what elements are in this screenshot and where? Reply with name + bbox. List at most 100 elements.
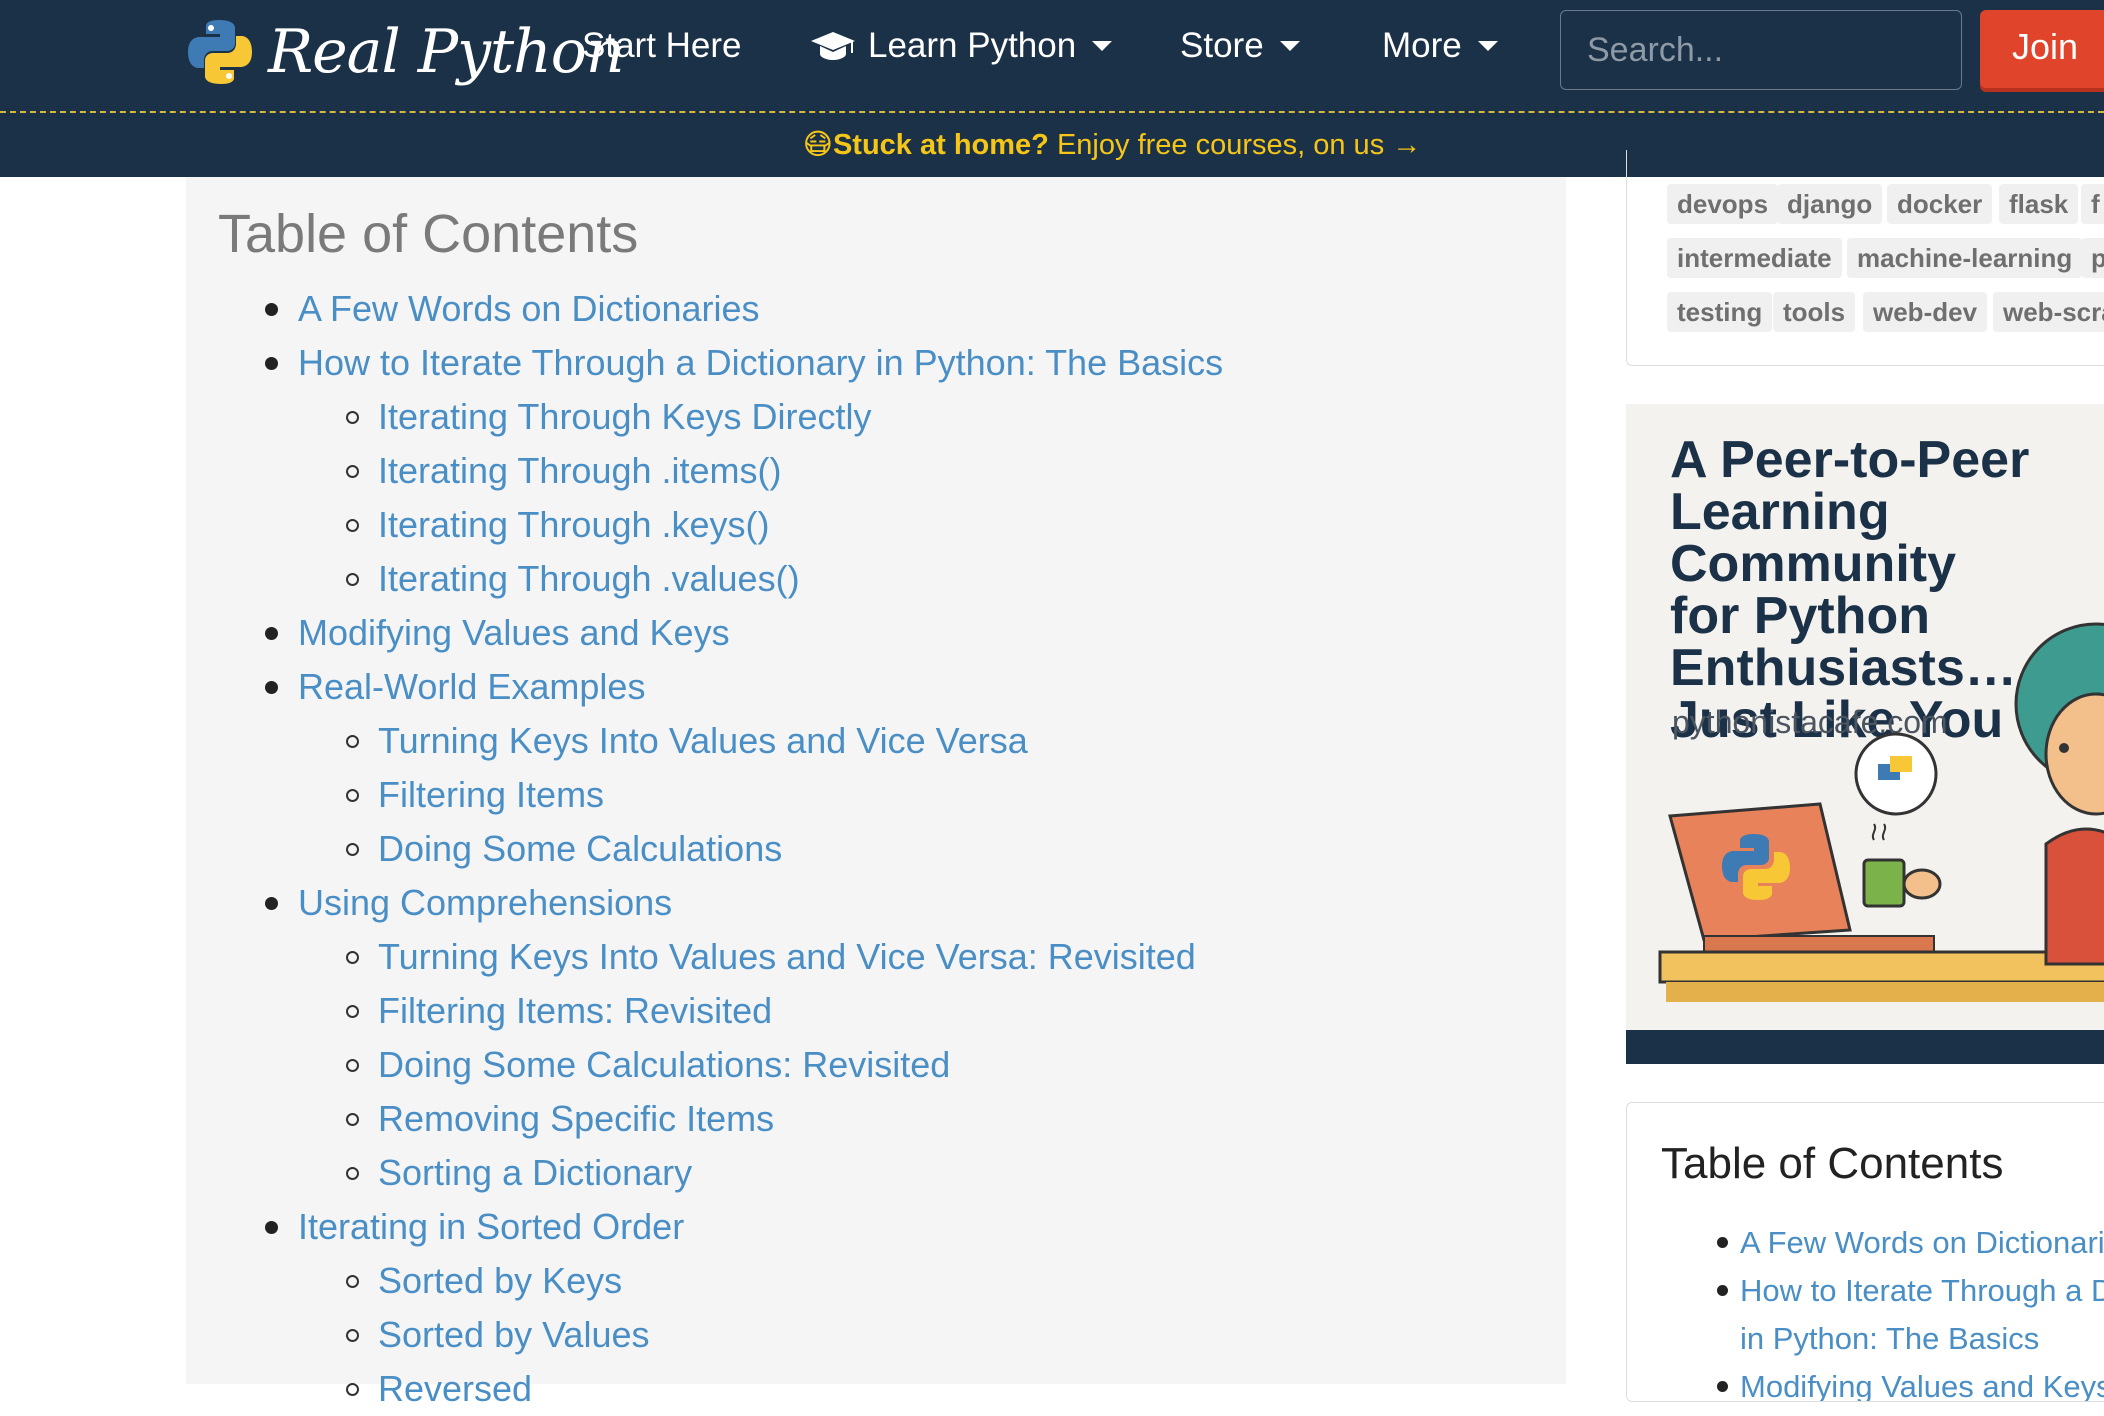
toc-sublink[interactable]: Turning Keys Into Values and Vice Versa:… [186, 930, 1223, 984]
toc-link-label: Real-World Examples [298, 666, 646, 707]
bullet-circle-icon [346, 1383, 359, 1396]
python-logo-icon [188, 20, 252, 84]
bullet-disc-icon [265, 897, 278, 910]
bullet-disc-icon [1717, 1237, 1728, 1248]
tag-chip[interactable]: machine-learning [1847, 238, 2083, 278]
nav-learn-python[interactable]: Learn Python [810, 26, 1113, 66]
tag-chip[interactable]: p [2081, 238, 2104, 278]
tag-chip[interactable]: f [2081, 184, 2104, 224]
nav-store-label: Store [1180, 26, 1264, 65]
toc-link-label: Reversed [378, 1368, 533, 1409]
site-logo[interactable]: Real Python [186, 14, 625, 90]
toc-sublink[interactable]: Iterating Through .keys() [186, 498, 1223, 552]
tag-chip[interactable]: devops [1667, 184, 1779, 224]
bullet-circle-icon [346, 1167, 359, 1180]
sidebar-toc-link[interactable]: in Python: The Basics [1740, 1315, 2039, 1363]
bullet-circle-icon [346, 1059, 359, 1072]
bullet-circle-icon [346, 411, 359, 424]
toc-sublink[interactable]: Turning Keys Into Values and Vice Versa [186, 714, 1223, 768]
speech-bubble-icon [1854, 732, 1938, 816]
toc-link-label: Sorted by Values [378, 1314, 650, 1355]
pythonista-cafe-ad[interactable]: A Peer-to-Peer Learning Community for Py… [1626, 404, 2104, 1064]
bullet-circle-icon [346, 1275, 359, 1288]
toc-link[interactable]: Using Comprehensions [186, 876, 1223, 930]
tag-chip[interactable]: intermediate [1667, 238, 1842, 278]
tag-chip[interactable]: testing [1667, 292, 1773, 332]
announcement-bold: Stuck at home? [832, 129, 1049, 161]
toc-link-label: Iterating Through Keys Directly [378, 396, 872, 437]
chevron-down-icon [1477, 41, 1498, 51]
tags-card: devops django docker flask f intermediate mach… [1626, 150, 2104, 366]
logo-wordmark: Real Python [268, 17, 625, 87]
bullet-circle-icon [346, 1005, 359, 1018]
tag-chip[interactable]: docker [1887, 184, 1993, 224]
toc-link-label: How to Iterate Through a Dictionary in P… [298, 342, 1224, 383]
toc-sublink[interactable]: Sorting a Dictionary [186, 1146, 1223, 1200]
bullet-disc-icon [265, 627, 278, 640]
toc-sublink[interactable]: Sorted by Keys [186, 1254, 1223, 1308]
chevron-down-icon [1279, 41, 1300, 51]
toc-link-label: Sorted by Keys [378, 1260, 623, 1301]
toc-link-label: Iterating Through .keys() [378, 504, 770, 545]
sidebar-toc-link[interactable]: Modifying Values and Keys [1740, 1363, 2104, 1401]
bullet-disc-icon [1717, 1381, 1728, 1392]
toc-link[interactable]: Iterating in Sorted Order [186, 1200, 1223, 1254]
toc-link-label: Iterating in Sorted Order [298, 1206, 685, 1247]
toc-link-label: Filtering Items: Revisited [378, 990, 773, 1031]
tag-chip[interactable]: flask [1999, 184, 2079, 224]
join-button-label: Join [2012, 26, 2079, 67]
tag-chip[interactable]: web-scra [1993, 292, 2104, 332]
bullet-disc-icon [265, 357, 278, 370]
toc-link-label: Removing Specific Items [378, 1098, 775, 1139]
toc-sublink[interactable]: Iterating Through .items() [186, 444, 1223, 498]
sidebar-toc: Table of Contents A Few Words on Diction… [1626, 1102, 2104, 1402]
bullet-disc-icon [1717, 1285, 1728, 1296]
nav-start-here-label: Start Here [582, 26, 742, 65]
bullet-disc-icon [265, 303, 278, 316]
nav-more[interactable]: More [1382, 26, 1498, 66]
bullet-disc-icon [265, 1221, 278, 1234]
sidebar-toc-title: Table of Contents [1661, 1139, 2004, 1188]
search-placeholder: Search... [1587, 31, 1724, 69]
toc-link-label: Iterating Through .items() [378, 450, 782, 491]
toc-link[interactable]: Real-World Examples [186, 660, 1223, 714]
chevron-down-icon [1092, 41, 1113, 51]
toc-sublink[interactable]: Removing Specific Items [186, 1092, 1223, 1146]
sidebar-toc-link[interactable]: A Few Words on Dictionaries [1740, 1219, 2104, 1267]
toc-sublink[interactable]: Filtering Items: Revisited [186, 984, 1223, 1038]
bullet-circle-icon [346, 573, 359, 586]
toc-link-label: Turning Keys Into Values and Vice Versa [378, 720, 1028, 761]
bullet-circle-icon [346, 951, 359, 964]
ad-bottom-bar [1626, 1030, 2104, 1064]
toc-sublink[interactable]: Iterating Through .values() [186, 552, 1223, 606]
tag-chip[interactable]: tools [1773, 292, 1856, 332]
tag-chip[interactable]: web-dev [1863, 292, 1988, 332]
toc-sublink[interactable]: Doing Some Calculations: Revisited [186, 1038, 1223, 1092]
search-input[interactable]: Search... [1560, 10, 1962, 90]
mask-emoji-icon: 😷 [802, 129, 833, 161]
toc-sublink[interactable]: Reversed [186, 1362, 1223, 1416]
tag-chip[interactable]: django [1777, 184, 1883, 224]
bullet-circle-icon [346, 465, 359, 478]
toc-title: Table of Contents [218, 204, 639, 264]
ad-illustration [1658, 622, 2104, 1002]
toc-link[interactable]: How to Iterate Through a Dictionary in P… [186, 336, 1223, 390]
character-illustration [1902, 622, 2104, 966]
join-button[interactable]: Join [1980, 10, 2104, 88]
sidebar-toc-link[interactable]: How to Iterate Through a Dictionary [1740, 1267, 2104, 1315]
nav-more-label: More [1382, 26, 1462, 65]
nav-learn-python-label: Learn Python [868, 26, 1077, 65]
toc-link-label: Turning Keys Into Values and Vice Versa:… [378, 936, 1196, 977]
toc-sublink[interactable]: Iterating Through Keys Directly [186, 390, 1223, 444]
toc-sublink[interactable]: Sorted by Values [186, 1308, 1223, 1362]
toc-panel: Table of Contents A Few Words on Diction… [186, 177, 1566, 1409]
nav-store[interactable]: Store [1180, 26, 1300, 66]
toc-sublink[interactable]: Doing Some Calculations [186, 822, 1223, 876]
toc-link[interactable]: Modifying Values and Keys [186, 606, 1223, 660]
toc-link-label: Using Comprehensions [298, 882, 673, 923]
nav-start-here[interactable]: Start Here [582, 26, 742, 66]
toc-link-label: Filtering Items [378, 774, 605, 815]
bullet-disc-icon [265, 681, 278, 694]
toc-link[interactable]: A Few Words on Dictionaries [186, 282, 1223, 336]
toc-sublink[interactable]: Filtering Items [186, 768, 1223, 822]
